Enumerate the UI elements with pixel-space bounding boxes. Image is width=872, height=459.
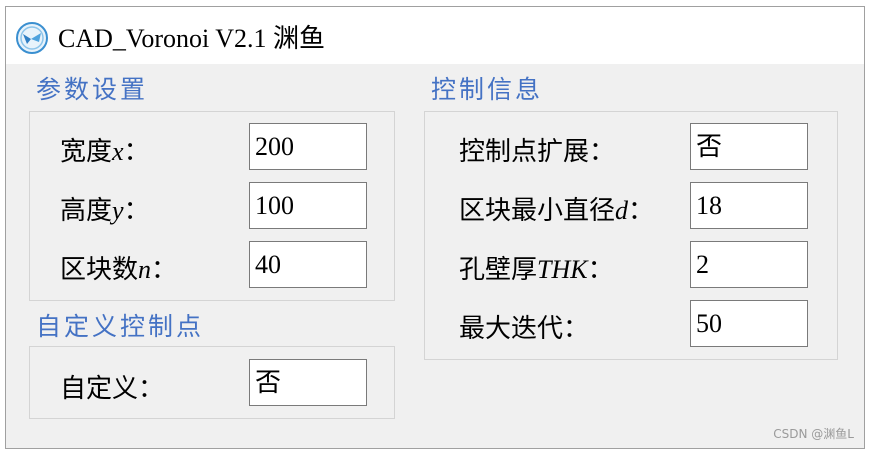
- custom-section-title: 自定义控制点: [36, 312, 205, 341]
- blocks-label: 区块数n：: [60, 255, 178, 285]
- main-window: CAD_Voronoi V2.1 渊鱼 参数设置 宽度x： 200 高度y： 1…: [5, 6, 865, 449]
- blocks-input[interactable]: 40: [249, 241, 367, 288]
- title-bar: CAD_Voronoi V2.1 渊鱼: [6, 7, 864, 64]
- max-iterations-label: 最大迭代：: [459, 314, 590, 344]
- expand-label: 控制点扩展：: [459, 137, 616, 167]
- watermark: CSDN @渊鱼L: [773, 427, 854, 441]
- min-diameter-input[interactable]: 18: [690, 182, 808, 229]
- min-diameter-label: 区块最小直径d：: [459, 196, 655, 226]
- height-input[interactable]: 100: [249, 182, 367, 229]
- max-iterations-input[interactable]: 50: [690, 300, 808, 347]
- wall-thickness-input[interactable]: 2: [690, 241, 808, 288]
- custom-select[interactable]: 否: [249, 359, 367, 406]
- wall-thickness-label: 孔壁厚THK：: [459, 255, 614, 285]
- params-section-title: 参数设置: [36, 75, 149, 104]
- window-title: CAD_Voronoi V2.1 渊鱼: [58, 24, 326, 53]
- app-logo-icon: [16, 22, 48, 54]
- width-input[interactable]: 200: [249, 123, 367, 170]
- height-label: 高度y：: [60, 196, 150, 226]
- custom-label: 自定义：: [60, 374, 165, 404]
- expand-select[interactable]: 否: [690, 123, 808, 170]
- width-label: 宽度x：: [60, 137, 150, 167]
- control-section-title: 控制信息: [431, 75, 544, 104]
